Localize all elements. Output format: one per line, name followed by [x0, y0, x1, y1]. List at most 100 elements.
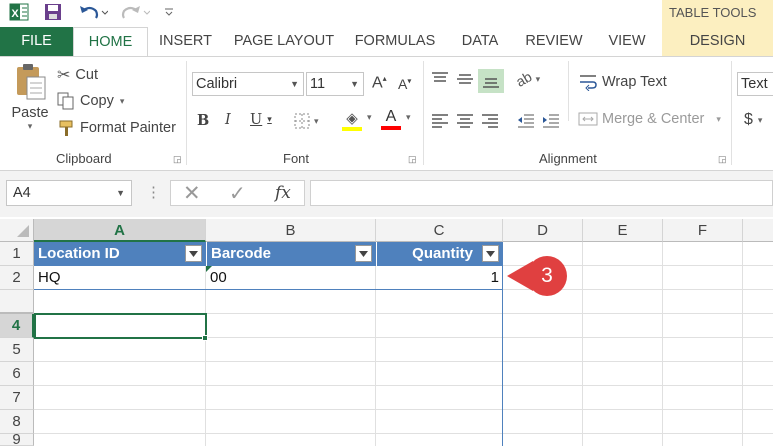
paste-label: Paste [11, 105, 49, 121]
decrease-indent-icon [518, 114, 534, 128]
increase-indent-button[interactable] [541, 112, 561, 128]
merge-center-button[interactable]: Merge & Center ▾ [578, 110, 721, 128]
row-header-8[interactable]: 8 [0, 410, 34, 434]
table-header-barcode[interactable]: Barcode [206, 242, 376, 266]
callout-number: 3 [541, 264, 553, 287]
align-center-button[interactable] [455, 112, 475, 128]
underline-label: U [250, 112, 263, 128]
font-launcher-icon[interactable]: ◲ [408, 154, 417, 165]
tab-formulas[interactable]: FORMULAS [345, 27, 445, 56]
row-header-6[interactable]: 6 [0, 362, 34, 386]
formula-bar-more-icon[interactable]: ⋮ [146, 183, 161, 201]
tab-file[interactable]: FILE [0, 27, 73, 56]
format-painter-button[interactable]: Format Painter [57, 119, 176, 137]
undo-icon[interactable] [76, 0, 110, 24]
active-cell-a4[interactable] [34, 313, 207, 339]
tab-data[interactable]: DATA [446, 27, 514, 56]
fill-color-swatch [342, 127, 362, 131]
alignment-launcher-icon[interactable]: ◲ [718, 154, 727, 165]
font-size-dropdown[interactable]: 11 ▼ [306, 72, 364, 96]
cell-b2[interactable]: 00 [206, 266, 376, 290]
bottom-align-button[interactable] [478, 69, 504, 93]
copy-button[interactable]: Copy ▾ [57, 92, 124, 110]
font-color-dropdown-icon[interactable]: ▾ [406, 112, 411, 123]
row-header-2[interactable]: 2 [0, 266, 34, 290]
cell-c2[interactable]: 1 [376, 266, 503, 290]
row-header-5[interactable]: 5 [0, 338, 34, 362]
copy-icon [57, 92, 74, 110]
ribbon: Paste ▾ ✂ Cut Copy ▾ Format Painter Clip… [0, 56, 773, 171]
column-header-c[interactable]: C [376, 219, 503, 242]
bold-button[interactable]: B [197, 112, 209, 129]
column-header-e[interactable]: E [583, 219, 663, 242]
font-color-button[interactable]: A [381, 108, 401, 130]
name-box[interactable]: A4 ▼ [6, 180, 132, 206]
quick-access-toolbar [0, 0, 773, 27]
group-divider [731, 61, 732, 165]
font-name-dropdown[interactable]: Calibri ▼ [192, 72, 304, 96]
tab-design[interactable]: DESIGN [662, 27, 773, 56]
filter-dropdown-icon[interactable] [482, 245, 499, 262]
tab-page-layout[interactable]: PAGE LAYOUT [224, 27, 344, 56]
paste-button[interactable]: Paste ▾ [10, 63, 50, 132]
column-header-a[interactable]: A [34, 219, 206, 242]
borders-button[interactable]: ▾ [293, 112, 319, 130]
bold-label: B [197, 112, 210, 129]
save-icon[interactable] [42, 0, 64, 24]
underline-button[interactable]: U ▾ [250, 112, 272, 128]
top-align-button[interactable] [430, 71, 450, 87]
row-header-4[interactable]: 4 [0, 314, 34, 338]
tab-insert[interactable]: INSERT [148, 27, 223, 56]
accounting-format-button[interactable]: $ ▾ [744, 111, 762, 129]
cut-button[interactable]: ✂ Cut [57, 65, 98, 85]
table-tools-label: TABLE TOOLS [669, 5, 757, 20]
svg-text:X: X [11, 8, 19, 20]
clipboard-launcher-icon[interactable]: ◲ [173, 154, 182, 165]
orientation-button[interactable]: ab ▾ [513, 68, 541, 90]
font-name-value: Calibri [196, 76, 238, 92]
number-format-dropdown[interactable]: Text [737, 72, 773, 96]
table-header-location-id[interactable]: Location ID [34, 242, 206, 266]
decrease-indent-button[interactable] [516, 112, 536, 128]
middle-align-icon [457, 74, 473, 84]
tab-home[interactable]: HOME [73, 27, 148, 57]
fill-handle[interactable] [202, 335, 208, 341]
row-header-1[interactable]: 1 [0, 242, 34, 266]
gridline [582, 242, 583, 446]
column-header-f[interactable]: F [663, 219, 743, 242]
group-divider [186, 61, 187, 165]
confirm-entry-icon[interactable]: ✓ [229, 181, 246, 206]
filter-dropdown-icon[interactable] [185, 245, 202, 262]
fill-color-dropdown-icon[interactable]: ▾ [367, 112, 372, 123]
insert-function-icon[interactable]: fx [275, 183, 291, 203]
decrease-font-size-button[interactable]: A▾ [398, 76, 411, 92]
row-header-9[interactable]: 9 [0, 434, 34, 446]
customize-qat-icon[interactable] [162, 0, 176, 24]
filter-dropdown-icon[interactable] [355, 245, 372, 262]
wrap-text-button[interactable]: Wrap Text [578, 73, 667, 91]
chevron-down-icon: ▾ [535, 73, 541, 84]
chevron-down-icon[interactable]: ▼ [116, 181, 125, 205]
increase-font-size-button[interactable]: A▴ [372, 74, 387, 92]
column-header-d[interactable]: D [503, 219, 583, 242]
column-header-b[interactable]: B [206, 219, 376, 242]
paste-dropdown-icon[interactable]: ▾ [28, 121, 33, 132]
align-left-button[interactable] [430, 112, 450, 128]
middle-align-button[interactable] [455, 71, 475, 87]
formula-input[interactable] [310, 180, 773, 206]
error-indicator-icon[interactable] [206, 266, 212, 272]
cancel-entry-icon[interactable]: ✕ [183, 181, 201, 206]
paste-icon [17, 64, 46, 100]
fill-color-button[interactable]: ◈ [342, 109, 362, 131]
table-header-quantity[interactable]: Quantity [376, 242, 503, 266]
cell-a2[interactable]: HQ [34, 266, 206, 290]
row-header-7[interactable]: 7 [0, 386, 34, 410]
redo-icon[interactable] [118, 0, 152, 24]
column-header-g[interactable] [743, 219, 773, 242]
italic-button[interactable]: I [225, 112, 231, 128]
tab-view[interactable]: VIEW [595, 27, 659, 56]
tab-review[interactable]: REVIEW [514, 27, 594, 56]
copy-dropdown-icon[interactable]: ▾ [120, 96, 125, 107]
select-all-corner[interactable] [0, 219, 34, 242]
align-right-button[interactable] [480, 112, 500, 128]
